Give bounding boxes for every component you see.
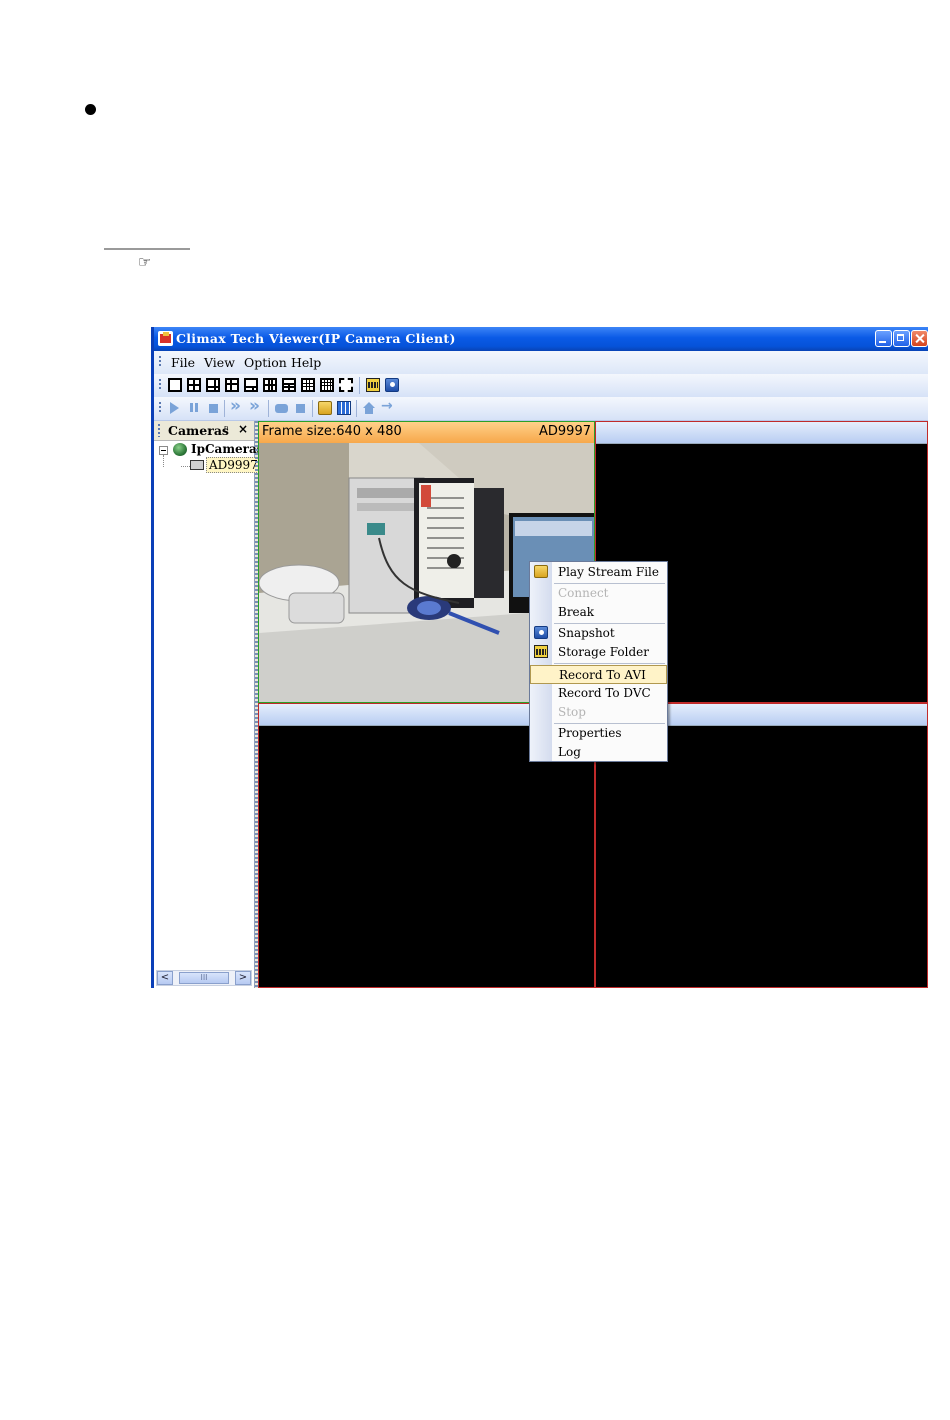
control-toolbar: [154, 396, 928, 421]
toolbar-separator: [268, 400, 269, 417]
camera-name-label: AD9997: [539, 424, 591, 439]
step-forward-icon[interactable]: [249, 396, 263, 416]
layout-6-icon[interactable]: [206, 378, 220, 392]
home-icon[interactable]: [362, 401, 376, 415]
toolbar-separator: [312, 400, 313, 417]
cameras-panel-title: Cameras: [168, 423, 229, 438]
tree-collapse-icon[interactable]: [159, 446, 168, 455]
toolbar-separator: [224, 400, 225, 417]
toolbar-separator: [359, 377, 360, 394]
storage-folder-icon[interactable]: [366, 378, 380, 392]
toolbar-grip[interactable]: [159, 356, 161, 368]
open-folder-icon: [534, 565, 548, 578]
frame-size-label: Frame size:640 x 480: [262, 424, 402, 439]
pause-icon[interactable]: [187, 401, 201, 415]
minimize-button[interactable]: [875, 330, 892, 347]
scroll-left-icon[interactable]: <: [157, 971, 173, 985]
menu-separator: [554, 663, 665, 664]
scroll-thumb[interactable]: III: [179, 972, 229, 984]
toolbar-grip[interactable]: [159, 379, 161, 391]
menu-break[interactable]: Break: [530, 603, 667, 622]
layout-4-icon[interactable]: [187, 378, 201, 392]
context-menu: Play Stream File Connect Break Snapshot …: [529, 561, 668, 762]
arrow-right-icon[interactable]: [381, 398, 395, 415]
menu-record-to-dvc[interactable]: Record To DVC: [530, 684, 667, 703]
window-title: Climax Tech Viewer(IP Camera Client): [176, 331, 456, 346]
title-bar[interactable]: Climax Tech Viewer(IP Camera Client): [154, 327, 928, 351]
snapshot-icon[interactable]: [385, 378, 399, 392]
tree-item-camera[interactable]: AD9997: [206, 457, 261, 473]
menu-play-stream-file[interactable]: Play Stream File: [530, 563, 667, 582]
camera-icon[interactable]: [274, 401, 288, 415]
maximize-button[interactable]: [893, 330, 910, 347]
video-pane-header: Frame size:640 x 480 AD9997: [259, 422, 594, 443]
tree-root-ipcameras[interactable]: IpCameras: [191, 442, 264, 456]
menu-snapshot[interactable]: Snapshot: [530, 624, 667, 643]
menu-help[interactable]: Help: [291, 355, 321, 370]
menu-connect[interactable]: Connect: [530, 584, 667, 603]
scroll-right-icon[interactable]: >: [235, 971, 251, 985]
layout-25-icon[interactable]: [320, 378, 334, 392]
layout-8-icon[interactable]: [225, 378, 239, 392]
pointing-hand-icon: ☞: [138, 253, 152, 271]
menu-stop[interactable]: Stop: [530, 703, 667, 722]
video-pane-header: [596, 422, 927, 444]
toolbar-separator: [356, 400, 357, 417]
menu-file[interactable]: File: [171, 355, 195, 370]
app-icon: [158, 331, 173, 346]
horizontal-scrollbar[interactable]: < III >: [156, 970, 252, 986]
play-icon[interactable]: [170, 402, 179, 414]
menu-storage-folder[interactable]: Storage Folder: [530, 643, 667, 662]
menu-view[interactable]: View: [204, 355, 235, 370]
fast-forward-icon[interactable]: [230, 396, 244, 416]
snapshot-icon: [534, 626, 548, 639]
close-button[interactable]: [911, 330, 928, 347]
bullet-point: [85, 104, 96, 115]
record-stop-icon[interactable]: [293, 401, 307, 415]
tree-line: [163, 455, 164, 467]
cameras-panel-header: Cameras ᵖ ×: [154, 421, 254, 441]
menu-bar: File View Option Help: [154, 351, 928, 375]
menu-log[interactable]: Log: [530, 743, 667, 762]
panel-grip[interactable]: [158, 424, 160, 437]
fullscreen-icon[interactable]: [339, 378, 353, 392]
layout-9-icon[interactable]: [244, 378, 258, 392]
globe-icon: [173, 443, 187, 456]
menu-option[interactable]: Option: [244, 355, 287, 370]
layout-10-icon[interactable]: [263, 378, 277, 392]
cameras-panel: Cameras ᵖ × IpCameras AD9997 < III >: [154, 421, 264, 988]
film-icon[interactable]: [337, 401, 351, 415]
menu-record-to-avi[interactable]: Record To AVI: [530, 665, 667, 684]
open-folder-icon[interactable]: [318, 401, 332, 415]
layout-1-icon[interactable]: [168, 378, 182, 392]
camera-node-icon: [190, 460, 204, 470]
pin-icon[interactable]: ᵖ: [224, 423, 229, 436]
tree-line: [181, 466, 190, 467]
divider-line: [104, 248, 190, 250]
layout-16-icon[interactable]: [301, 378, 315, 392]
menu-properties[interactable]: Properties: [530, 724, 667, 743]
panel-close-icon[interactable]: ×: [238, 422, 248, 436]
toolbar-grip[interactable]: [159, 402, 161, 414]
layout-13-icon[interactable]: [282, 378, 296, 392]
stop-icon[interactable]: [206, 401, 220, 415]
storage-folder-icon: [534, 645, 548, 658]
layout-toolbar: [154, 374, 928, 398]
